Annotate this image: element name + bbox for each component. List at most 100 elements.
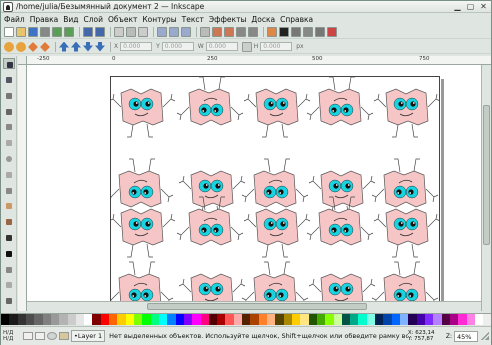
- w-field[interactable]: 0.000: [205, 42, 238, 51]
- pen-icon[interactable]: [3, 216, 15, 227]
- text-icon[interactable]: [3, 248, 15, 259]
- menu-0[interactable]: Файл: [4, 15, 25, 24]
- star-icon[interactable]: [3, 169, 15, 180]
- monster-figure[interactable]: [373, 88, 441, 138]
- h-field[interactable]: 0.000: [260, 42, 293, 51]
- preferences-icon[interactable]: [315, 26, 325, 37]
- vertical-ruler[interactable]: [18, 65, 27, 311]
- visibility-eye-icon[interactable]: [47, 332, 57, 340]
- drawing-canvas[interactable]: [27, 65, 481, 311]
- raise-to-top-icon[interactable]: [59, 41, 69, 52]
- spray-icon[interactable]: [3, 264, 15, 275]
- rotate-ccw-icon[interactable]: [4, 41, 14, 52]
- x-field[interactable]: 0.000: [120, 42, 153, 51]
- palette-swatch[interactable]: [483, 314, 492, 325]
- palette-swatch[interactable]: [217, 314, 226, 325]
- paste-icon[interactable]: [138, 26, 148, 37]
- zoom-page-icon[interactable]: [181, 26, 191, 37]
- document-props-icon[interactable]: [327, 26, 337, 37]
- palette-swatch[interactable]: [158, 314, 168, 325]
- palette-swatch[interactable]: [258, 314, 267, 325]
- palette-swatch[interactable]: [84, 314, 93, 325]
- menu-4[interactable]: Объект: [108, 15, 137, 24]
- palette-swatch[interactable]: [400, 314, 409, 325]
- fill-stroke-icon[interactable]: [267, 26, 277, 37]
- palette-swatch[interactable]: [275, 314, 284, 325]
- undo-icon[interactable]: [83, 26, 93, 37]
- palette-swatch[interactable]: [283, 314, 292, 325]
- palette-swatch[interactable]: [424, 314, 434, 325]
- vertical-scrollbar[interactable]: [481, 65, 491, 311]
- palette-swatch[interactable]: [341, 314, 351, 325]
- monster-figure[interactable]: [241, 158, 309, 208]
- palette-swatch[interactable]: [208, 314, 218, 325]
- align-icon[interactable]: [303, 26, 313, 37]
- rectangle-icon[interactable]: [3, 121, 15, 132]
- palette-swatch[interactable]: [225, 314, 234, 325]
- redo-icon[interactable]: [95, 26, 105, 37]
- save-icon[interactable]: [28, 26, 38, 37]
- menu-8[interactable]: Доска: [251, 15, 275, 24]
- ellipse-icon[interactable]: [3, 153, 15, 164]
- palette-swatch[interactable]: [300, 314, 309, 325]
- palette-swatch[interactable]: [449, 314, 459, 325]
- calligraphy-icon[interactable]: [3, 232, 15, 243]
- zoom-drawing-icon[interactable]: [169, 26, 179, 37]
- lower-to-bottom-icon[interactable]: [95, 41, 105, 52]
- close-icon[interactable]: ✕: [478, 2, 489, 11]
- monster-figure[interactable]: [243, 208, 311, 258]
- menu-5[interactable]: Контуры: [142, 15, 176, 24]
- zoom-icon[interactable]: [3, 106, 15, 117]
- monster-figure[interactable]: [373, 208, 441, 258]
- palette-swatch[interactable]: [316, 314, 326, 325]
- monster-drawing[interactable]: [106, 76, 441, 311]
- menu-6[interactable]: Текст: [182, 15, 204, 24]
- palette-swatch[interactable]: [17, 314, 26, 325]
- palette-swatch[interactable]: [1, 314, 10, 325]
- palette-swatch[interactable]: [42, 314, 51, 325]
- palette-swatch[interactable]: [67, 314, 76, 325]
- tweak-icon[interactable]: [3, 90, 15, 101]
- text-font-icon[interactable]: [279, 26, 289, 37]
- clone-icon[interactable]: [212, 26, 222, 37]
- node-icon[interactable]: [3, 74, 15, 85]
- lower-icon[interactable]: [83, 41, 93, 52]
- horizontal-scrollbar[interactable]: [27, 301, 481, 311]
- monster-figure[interactable]: [106, 158, 174, 208]
- palette-swatch[interactable]: [50, 314, 60, 325]
- pencil-icon[interactable]: [3, 200, 15, 211]
- flip-vertical-icon[interactable]: [40, 41, 50, 52]
- duplicate-icon[interactable]: [200, 26, 210, 37]
- ungroup-icon[interactable]: [248, 26, 258, 37]
- palette-swatch[interactable]: [333, 314, 342, 325]
- new-icon[interactable]: [4, 26, 14, 37]
- 3dbox-icon[interactable]: [3, 137, 15, 148]
- scroll-thumb[interactable]: [483, 105, 490, 245]
- raise-icon[interactable]: [71, 41, 81, 52]
- palette-swatch[interactable]: [391, 314, 400, 325]
- palette-swatch[interactable]: [416, 314, 425, 325]
- gradient-icon[interactable]: [3, 279, 15, 290]
- palette-swatch[interactable]: [242, 314, 251, 325]
- palette-swatch[interactable]: [458, 314, 467, 325]
- palette-swatch[interactable]: [408, 314, 417, 325]
- maximize-icon[interactable]: ▢: [465, 2, 476, 11]
- menu-3[interactable]: Слой: [84, 15, 104, 24]
- palette-swatch[interactable]: [183, 314, 193, 325]
- palette-swatch[interactable]: [375, 314, 384, 325]
- palette-swatch[interactable]: [142, 314, 151, 325]
- dropper-icon[interactable]: [3, 295, 15, 306]
- import-icon[interactable]: [52, 26, 62, 37]
- export-icon[interactable]: [64, 26, 74, 37]
- unit-select[interactable]: px: [296, 43, 303, 50]
- cut-icon[interactable]: [126, 26, 136, 37]
- stroke-swatch[interactable]: [35, 332, 45, 340]
- palette-swatch[interactable]: [34, 314, 43, 325]
- rotate-cw-icon[interactable]: [16, 41, 26, 52]
- palette-swatch[interactable]: [150, 314, 159, 325]
- palette-swatch[interactable]: [233, 314, 243, 325]
- palette-swatch[interactable]: [125, 314, 134, 325]
- fill-swatch[interactable]: [23, 332, 33, 340]
- palette-swatch[interactable]: [109, 314, 118, 325]
- horizontal-ruler[interactable]: -250 0 250 500 750: [27, 56, 491, 65]
